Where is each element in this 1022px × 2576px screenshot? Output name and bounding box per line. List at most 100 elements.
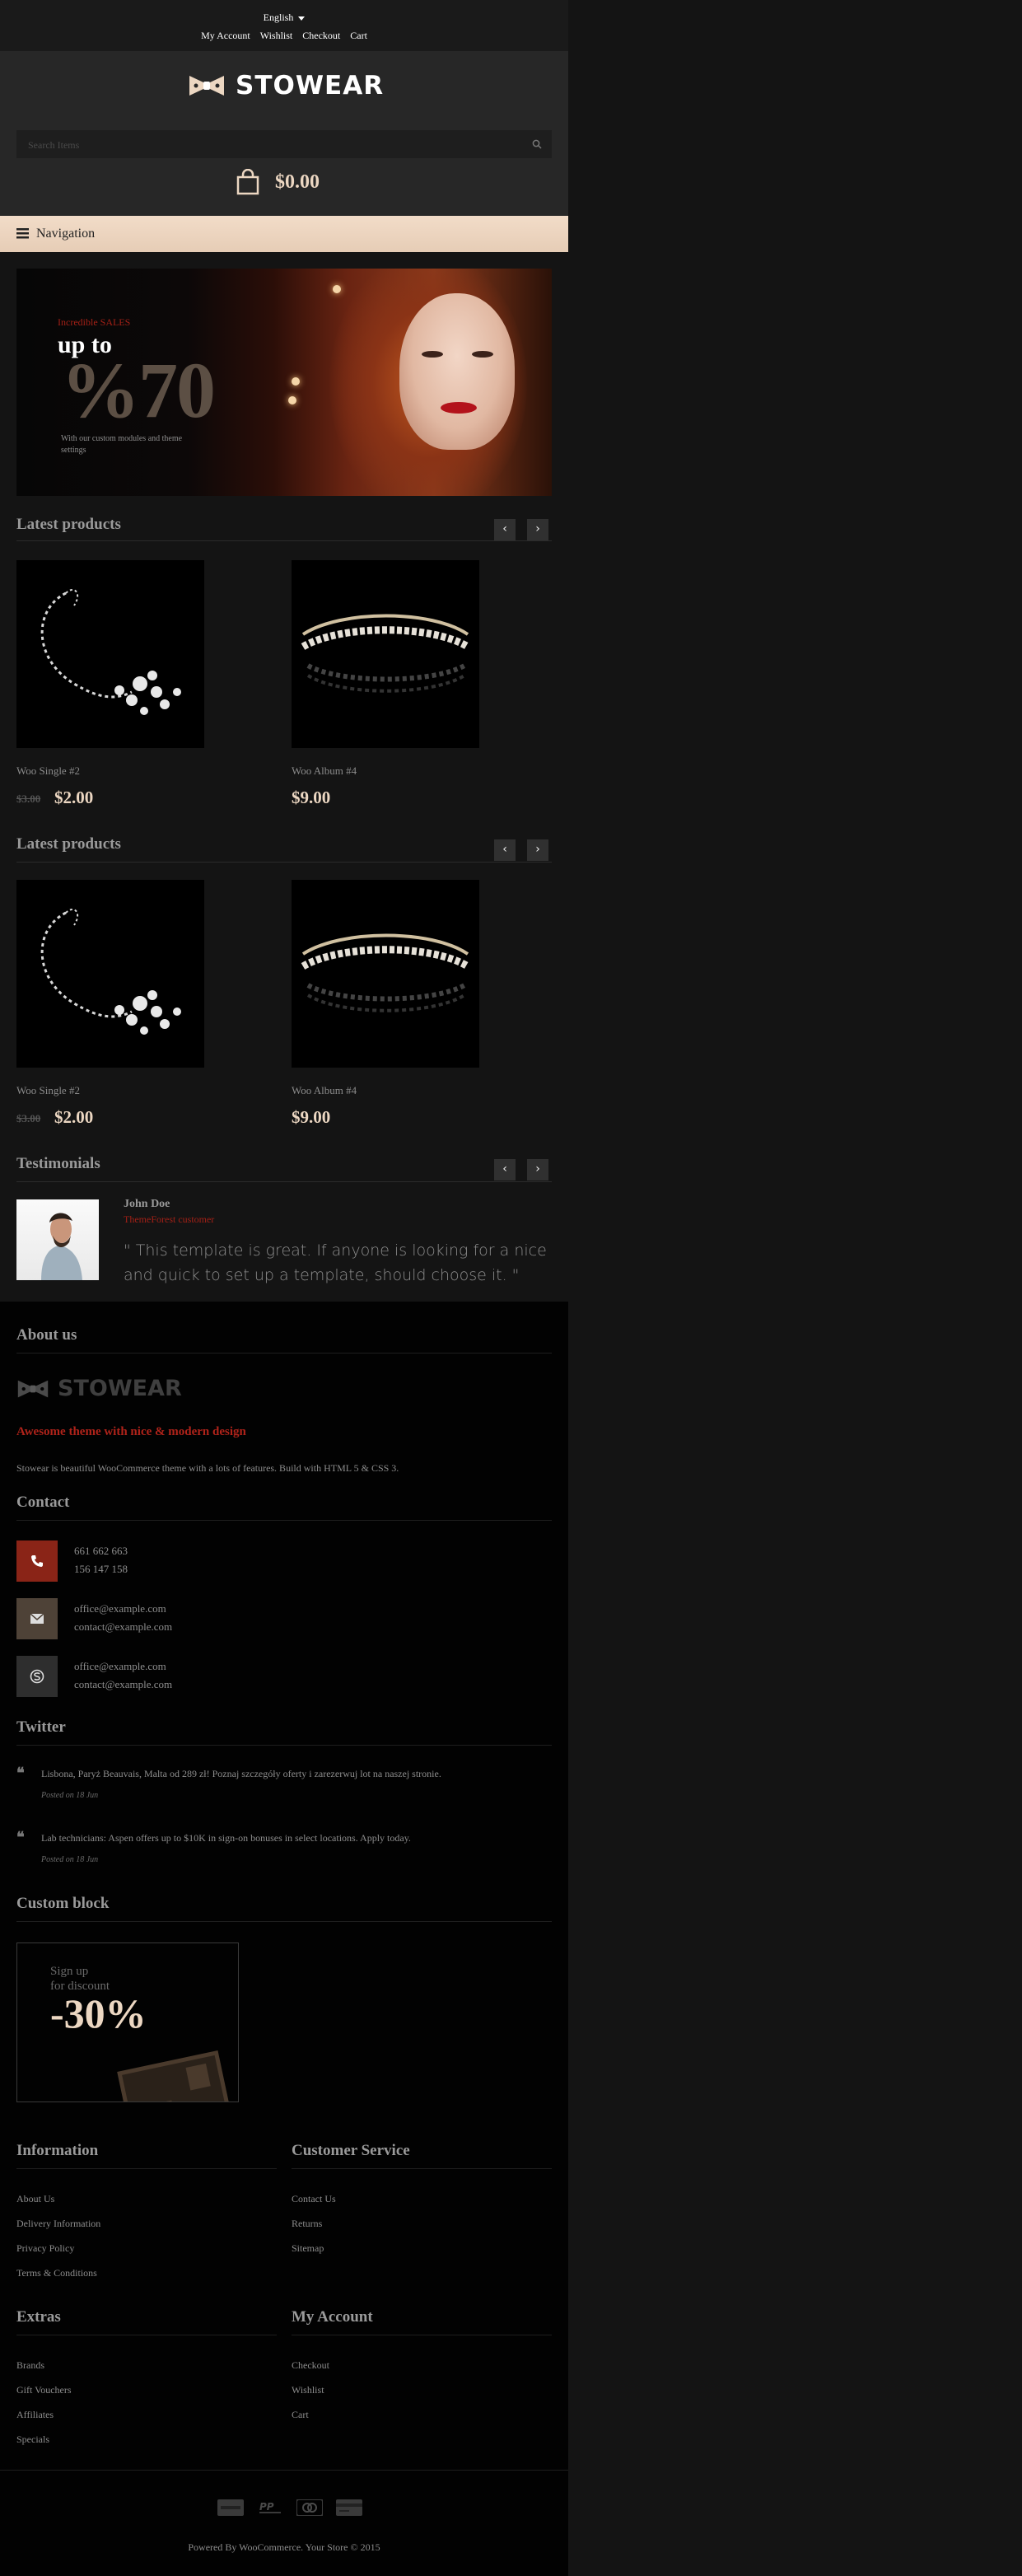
bow-tie-icon bbox=[189, 76, 224, 96]
returns-link[interactable]: Returns bbox=[292, 2218, 336, 2242]
affiliates-link[interactable]: Affiliates bbox=[16, 2409, 72, 2433]
email-link[interactable]: contact@example.com bbox=[74, 1618, 172, 1636]
sitemap-link[interactable]: Sitemap bbox=[292, 2242, 336, 2267]
product-image-tiara[interactable] bbox=[292, 880, 479, 1068]
product-name[interactable]: Woo Album #4 bbox=[292, 764, 357, 778]
contact-skype: office@example.com contact@example.com bbox=[74, 1657, 172, 1694]
checkout-link[interactable]: Checkout bbox=[292, 2359, 329, 2384]
model-face-image bbox=[399, 293, 515, 450]
paypal-icon: PP bbox=[259, 2501, 281, 2513]
tiara-image bbox=[301, 933, 470, 1012]
contact-us-link[interactable]: Contact Us bbox=[292, 2193, 336, 2218]
svg-text:PP: PP bbox=[259, 2501, 274, 2513]
cart-summary[interactable]: $0.00 bbox=[236, 169, 320, 195]
extras-links: Brands Gift Vouchers Affiliates Specials bbox=[16, 2359, 72, 2458]
about-tagline: Awesome theme with nice & modern design bbox=[16, 1425, 246, 1438]
logo-text: STOWEAR bbox=[236, 71, 385, 101]
about-title: About us bbox=[16, 1326, 77, 1344]
avatar bbox=[16, 1199, 99, 1280]
custom-block-title: Custom block bbox=[16, 1895, 110, 1912]
brands-link[interactable]: Brands bbox=[16, 2359, 72, 2384]
product-name[interactable]: Woo Album #4 bbox=[292, 1084, 357, 1097]
skype-link[interactable]: office@example.com bbox=[74, 1657, 172, 1676]
prev-button[interactable]: ‹ bbox=[494, 839, 516, 861]
light-dot bbox=[292, 377, 300, 386]
next-button[interactable]: › bbox=[527, 1159, 548, 1180]
privacy-policy-link[interactable]: Privacy Policy bbox=[16, 2242, 100, 2267]
discount-promo[interactable]: Sign up for discount -30% bbox=[16, 1943, 239, 2102]
customer-service-links: Contact Us Returns Sitemap bbox=[292, 2193, 336, 2267]
phone-icon-box bbox=[16, 1540, 58, 1582]
divider bbox=[292, 2168, 552, 2169]
amex-icon bbox=[217, 2499, 244, 2516]
navigation-bar[interactable]: Navigation bbox=[0, 216, 568, 252]
my-account-title: My Account bbox=[292, 2308, 373, 2326]
about-us-link[interactable]: About Us bbox=[16, 2193, 100, 2218]
extras-title: Extras bbox=[16, 2308, 61, 2326]
model-eye bbox=[472, 351, 493, 358]
credit-card-icon bbox=[336, 2499, 362, 2516]
language-selector[interactable]: English bbox=[0, 12, 568, 24]
copyright: Powered By WooCommerce. Your Store © 201… bbox=[188, 2541, 380, 2553]
skype-icon-box bbox=[16, 1656, 58, 1697]
email-icon-box bbox=[16, 1598, 58, 1639]
promo-discount: -30% bbox=[50, 1990, 147, 2036]
quote-icon: ❝ bbox=[16, 1765, 25, 1782]
person-photo bbox=[41, 1213, 82, 1280]
old-price: $3.00 bbox=[16, 792, 41, 805]
logo[interactable]: STOWEAR bbox=[188, 69, 384, 102]
next-button[interactable]: › bbox=[527, 839, 548, 861]
promo-line-1: Sign up bbox=[50, 1965, 89, 1978]
search-icon[interactable] bbox=[532, 139, 542, 149]
divider bbox=[16, 1520, 552, 1521]
divider bbox=[16, 1745, 552, 1746]
product-image-necklace[interactable] bbox=[16, 560, 204, 748]
product-name[interactable]: Woo Single #2 bbox=[16, 1084, 80, 1097]
skype-icon bbox=[30, 1669, 44, 1684]
bow-tie-icon bbox=[17, 1380, 49, 1397]
necklace-image bbox=[40, 909, 181, 1035]
cart-link[interactable]: Cart bbox=[292, 2409, 329, 2433]
price: $9.00 bbox=[292, 1107, 331, 1127]
search-input[interactable] bbox=[16, 130, 524, 160]
header: STOWEAR $0.00 bbox=[0, 51, 568, 216]
chevron-down-icon bbox=[298, 16, 306, 21]
wishlist-link[interactable]: Wishlist bbox=[292, 2384, 329, 2409]
product-image-necklace[interactable] bbox=[16, 880, 204, 1068]
divider bbox=[16, 1921, 552, 1922]
next-button[interactable]: › bbox=[527, 519, 548, 540]
phone-number[interactable]: 661 662 663 bbox=[74, 1542, 128, 1560]
testimonial-quote: " This template is great. If anyone is l… bbox=[124, 1241, 547, 1284]
footer-logo[interactable]: STOWEAR bbox=[16, 1376, 182, 1401]
hero-banner[interactable]: Incredible SALES up to %70 With our cust… bbox=[16, 269, 552, 496]
testimonial-author: John Doe bbox=[124, 1198, 170, 1210]
footer-logo-text: STOWEAR bbox=[58, 1376, 182, 1401]
phone-number[interactable]: 156 147 158 bbox=[74, 1560, 128, 1578]
divider bbox=[16, 1181, 552, 1182]
section-title: Latest products bbox=[16, 516, 121, 533]
tweet-date: Posted on 18 Jun bbox=[41, 1791, 99, 1800]
specials-link[interactable]: Specials bbox=[16, 2433, 72, 2458]
product-name[interactable]: Woo Single #2 bbox=[16, 764, 80, 778]
navigation-label: Navigation bbox=[36, 227, 96, 241]
model-eye bbox=[422, 351, 443, 358]
gift-vouchers-link[interactable]: Gift Vouchers bbox=[16, 2384, 72, 2409]
prev-button[interactable]: ‹ bbox=[494, 519, 516, 540]
my-account-link[interactable]: My Account bbox=[201, 30, 250, 41]
wishlist-link[interactable]: Wishlist bbox=[260, 30, 293, 41]
skype-link[interactable]: contact@example.com bbox=[74, 1676, 172, 1694]
terms-link[interactable]: Terms & Conditions bbox=[16, 2267, 100, 2292]
tweet-text: Lab technicians: Aspen offers up to $10K… bbox=[41, 1832, 411, 1844]
banner-description: With our custom modules and theme settin… bbox=[61, 434, 183, 455]
model-lips bbox=[441, 402, 477, 414]
email-link[interactable]: office@example.com bbox=[74, 1600, 172, 1618]
top-bar: English My Account Wishlist Checkout Cart bbox=[0, 0, 568, 51]
payment-icons: PP bbox=[217, 2499, 362, 2516]
cart-link[interactable]: Cart bbox=[350, 30, 367, 41]
language-label: English bbox=[263, 12, 294, 23]
prev-button[interactable]: ‹ bbox=[494, 1159, 516, 1180]
delivery-information-link[interactable]: Delivery Information bbox=[16, 2218, 100, 2242]
product-image-tiara[interactable] bbox=[292, 560, 479, 748]
checkout-link[interactable]: Checkout bbox=[302, 30, 340, 41]
top-links: My Account Wishlist Checkout Cart bbox=[0, 30, 568, 42]
